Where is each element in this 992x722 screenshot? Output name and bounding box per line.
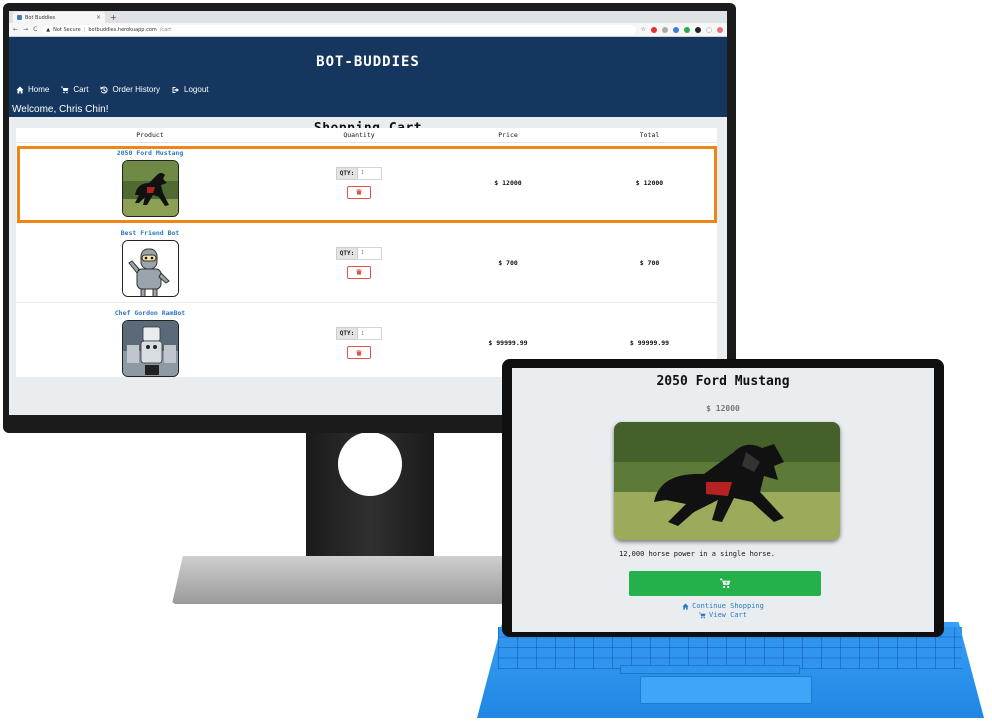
history-icon	[100, 85, 109, 93]
item-total: $ 12000	[635, 178, 664, 187]
new-tab-button[interactable]: +	[110, 13, 117, 23]
home-icon	[16, 86, 24, 93]
extension-icon[interactable]	[662, 26, 668, 33]
product-image-horse-robot[interactable]	[121, 159, 179, 217]
forward-icon[interactable]: →	[23, 26, 28, 33]
profile-avatar[interactable]	[717, 26, 723, 33]
product-price: $ 12000	[706, 404, 740, 413]
tablet-screen: 2050 Ford Mustang $ 12000 12,000 horse p…	[512, 368, 934, 632]
home-icon	[682, 602, 689, 610]
header-total: Total	[639, 131, 660, 139]
item-price: $ 12000	[494, 178, 522, 187]
continue-shopping-label: Continue Shopping	[692, 602, 764, 610]
continue-shopping-link[interactable]: Continue Shopping	[512, 602, 934, 610]
url-separator: |	[83, 26, 86, 33]
tab-title: Bot Buddies	[25, 14, 56, 21]
trash-icon	[356, 269, 362, 275]
header-price: Price	[498, 131, 518, 139]
quantity-group: QTY:	[335, 166, 383, 180]
security-label: Not Secure	[53, 26, 81, 33]
cart-plus-icon	[719, 578, 730, 589]
table-row: 2050 Ford Mustang QTY: $ 1	[16, 143, 717, 223]
qty-label: QTY:	[335, 327, 359, 340]
product-link[interactable]: 2050 Ford Mustang	[117, 149, 184, 157]
qty-label: QTY:	[335, 166, 359, 180]
address-bar-row: ← → C ▲ Not Secure | botbuddies.herokuap…	[9, 23, 727, 37]
remove-item-button[interactable]	[347, 185, 371, 199]
view-cart-link[interactable]: View Cart	[512, 611, 934, 619]
star-icon[interactable]: ☆	[641, 26, 646, 33]
item-price: $ 99999.99	[488, 339, 528, 347]
view-cart-label: View Cart	[709, 611, 747, 619]
quantity-input[interactable]	[358, 246, 383, 260]
item-price: $ 700	[498, 258, 518, 267]
quantity-input[interactable]	[358, 327, 383, 340]
cart-icon	[699, 611, 706, 618]
tab-bar: Bot Buddies × +	[9, 11, 727, 23]
extension-icon[interactable]	[706, 26, 712, 33]
extension-icon[interactable]	[684, 26, 690, 33]
cart-icon	[61, 86, 69, 93]
spacebar-key	[620, 665, 800, 674]
monitor-stand-cutout	[338, 432, 402, 496]
product-image-horse-robot	[614, 422, 840, 540]
url-input[interactable]: ▲ Not Secure | botbuddies.herokuapp.com /…	[42, 24, 636, 35]
welcome-message: Welcome, Chris Chin!	[12, 104, 109, 115]
warning-icon: ▲	[46, 26, 51, 33]
header-product: Product	[136, 131, 164, 139]
nav-order-history[interactable]: Order History	[100, 85, 160, 94]
tab-close-icon[interactable]: ×	[96, 14, 101, 21]
table-header: Product Quantity Price Total	[16, 128, 717, 143]
product-image-chef-robot[interactable]	[121, 320, 179, 377]
main-nav: Home Cart Order History Logout	[16, 85, 209, 94]
remove-item-button[interactable]	[347, 265, 371, 279]
header-quantity: Quantity	[343, 131, 375, 139]
nav-home[interactable]: Home	[16, 85, 49, 94]
add-to-cart-button[interactable]	[629, 571, 821, 596]
favicon-icon	[17, 15, 22, 20]
nav-logout[interactable]: Logout	[172, 85, 209, 94]
quantity-group: QTY:	[335, 246, 383, 260]
extension-icon[interactable]	[651, 26, 657, 33]
product-link[interactable]: Best Friend Bot	[121, 229, 180, 237]
remove-item-button[interactable]	[347, 346, 371, 359]
product-description: 12,000 horse power in a single horse.	[619, 550, 775, 558]
touchpad	[640, 676, 812, 704]
url-host: botbuddies.herokuapp.com	[88, 26, 157, 33]
qty-label: QTY:	[335, 246, 359, 260]
logout-icon	[172, 86, 180, 93]
table-row: Best Friend Bot QTY: 1 $ 700 $ 700	[16, 223, 717, 303]
quantity-input[interactable]	[358, 166, 383, 180]
nav-cart-label: Cart	[73, 85, 89, 94]
back-icon[interactable]: ←	[13, 26, 18, 33]
nav-cart[interactable]: Cart	[61, 85, 88, 94]
reload-icon[interactable]: C	[33, 26, 37, 33]
monitor-base	[172, 556, 532, 604]
item-total: $ 700	[639, 258, 660, 267]
product-title: 2050 Ford Mustang	[656, 374, 790, 389]
url-path: /cart	[159, 26, 172, 33]
browser-tab[interactable]: Bot Buddies ×	[13, 12, 105, 23]
trash-icon	[356, 189, 362, 195]
nav-order-history-label: Order History	[112, 85, 161, 94]
product-image-bender-robot[interactable]	[121, 239, 179, 297]
trash-icon	[356, 349, 362, 356]
item-total: $ 99999.99	[629, 339, 670, 347]
cart-table: Product Quantity Price Total 2050 Ford M…	[16, 128, 717, 377]
nav-logout-label: Logout	[184, 85, 209, 94]
nav-home-label: Home	[28, 85, 50, 94]
extension-icon[interactable]	[673, 26, 679, 33]
quantity-group: QTY:	[335, 327, 383, 340]
site-header: BOT-BUDDIES Home Cart Order History Logo…	[9, 37, 727, 117]
product-link[interactable]: Chef Gordon RamBot	[115, 309, 185, 317]
site-brand[interactable]: BOT-BUDDIES	[9, 54, 727, 70]
extension-icon[interactable]	[695, 26, 701, 33]
